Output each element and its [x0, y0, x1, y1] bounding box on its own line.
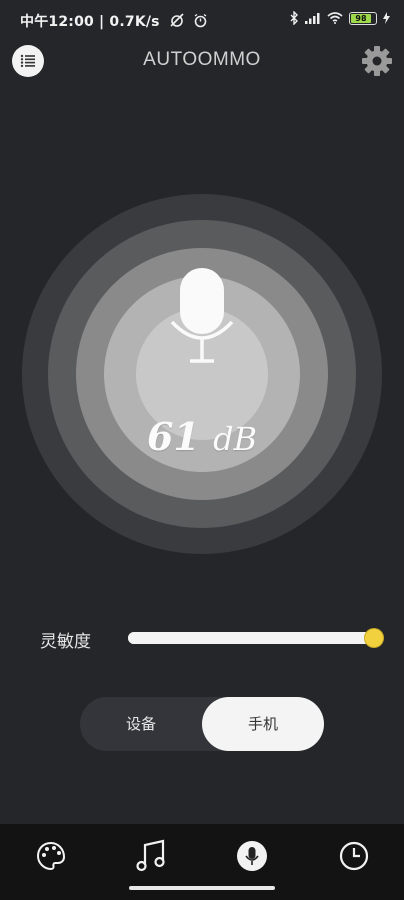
alarm-clock-icon [194, 13, 207, 28]
nav-item-palette[interactable] [31, 836, 71, 876]
gear-icon [362, 46, 392, 76]
nav-item-music[interactable] [131, 836, 171, 876]
status-bar: 中午12:00 | 0.7K/s 98 [0, 0, 404, 40]
microphone-icon [170, 268, 234, 363]
nav-item-timer[interactable] [334, 836, 374, 876]
status-time-network: 中午12:00 | 0.7K/s [20, 14, 160, 30]
phone-option[interactable]: 手机 [202, 697, 324, 751]
app-title: AUTOOMMO [143, 49, 261, 70]
decibel-value: 61 [146, 414, 200, 459]
clock-icon [339, 841, 369, 871]
source-toggle: 设备 手机 [80, 697, 324, 751]
decibel-readout: 61 dB [0, 414, 404, 459]
palette-icon [36, 841, 66, 871]
microphone-icon [237, 841, 267, 871]
music-note-icon [136, 839, 165, 872]
alarm-off-icon [170, 13, 184, 27]
wifi-icon [327, 12, 343, 24]
sensitivity-label: 灵敏度 [40, 632, 91, 652]
sensitivity-slider[interactable] [128, 629, 383, 647]
slider-fill [128, 632, 374, 644]
battery-level: 98 [351, 13, 371, 23]
device-option[interactable]: 设备 [80, 697, 202, 751]
settings-button[interactable] [360, 44, 394, 78]
battery-icon: 98 [349, 11, 377, 25]
nav-item-microphone[interactable] [232, 836, 272, 876]
bluetooth-icon [290, 11, 298, 25]
home-indicator[interactable] [129, 886, 275, 890]
slider-handle[interactable] [365, 629, 383, 647]
charging-bolt-icon [383, 12, 390, 24]
signal-icon [305, 13, 320, 24]
decibel-unit: dB [213, 420, 258, 458]
